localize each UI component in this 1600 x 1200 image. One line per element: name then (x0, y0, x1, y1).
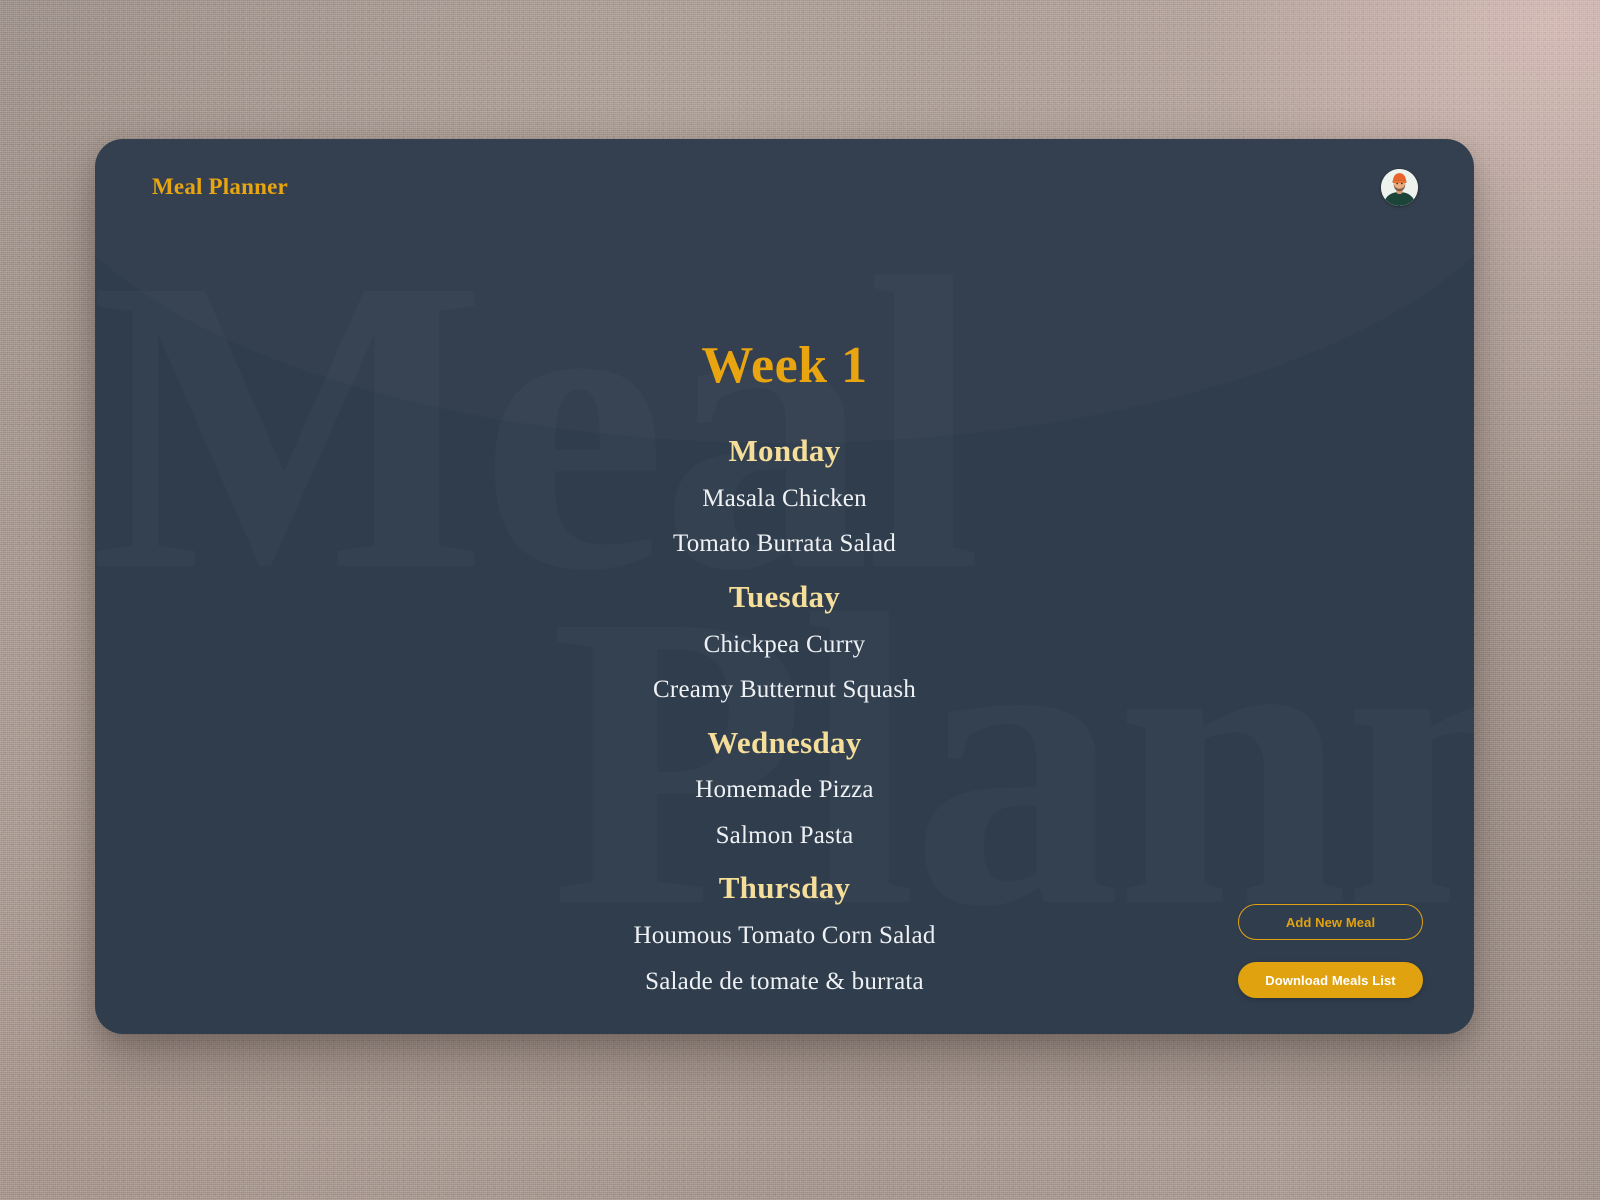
day-heading: Thursday (718, 870, 851, 906)
user-avatar[interactable] (1381, 168, 1418, 206)
meal-item[interactable]: Homemade Pizza (95, 775, 1474, 805)
meal-item[interactable]: Salmon Pasta (95, 821, 1474, 851)
action-button-stack: Add New Meal Download Meals List (1238, 904, 1423, 998)
meal-item[interactable]: Masala Chicken (95, 484, 1474, 514)
day-block-wednesday: Wednesday Homemade Pizza Salmon Pasta (95, 724, 1474, 851)
meal-planner-card: Meal Plann Meal Planner (95, 139, 1474, 1034)
avatar-illustration (1381, 168, 1418, 206)
meal-item[interactable]: Chickpea Curry (95, 630, 1474, 660)
brand-logo[interactable]: Meal Planner (152, 174, 288, 200)
app-header: Meal Planner (95, 139, 1474, 235)
day-heading: Tuesday (728, 578, 841, 614)
day-block-monday: Monday Masala Chicken Tomato Burrata Sal… (95, 432, 1474, 559)
meal-item[interactable]: Creamy Butternut Squash (95, 675, 1474, 705)
meal-plan-content: Week 1 Monday Masala Chicken Tomato Burr… (95, 235, 1474, 996)
day-heading: Wednesday (707, 724, 862, 760)
meal-item[interactable]: Tomato Burrata Salad (95, 529, 1474, 559)
day-block-tuesday: Tuesday Chickpea Curry Creamy Butternut … (95, 578, 1474, 705)
add-new-meal-button[interactable]: Add New Meal (1238, 904, 1423, 940)
page-title: Week 1 (701, 337, 868, 394)
download-meals-list-button[interactable]: Download Meals List (1238, 962, 1423, 998)
day-heading: Monday (728, 433, 841, 468)
